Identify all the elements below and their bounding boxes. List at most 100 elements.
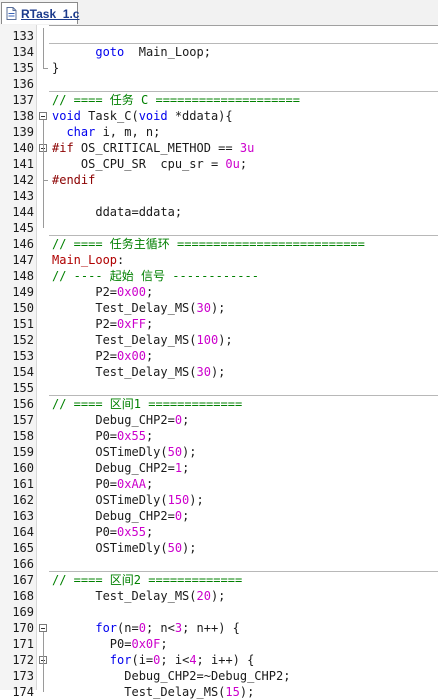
code-line[interactable]: 137 // ==== 任务 C ====================: [0, 92, 438, 108]
code-line[interactable]: 152 Test_Delay_MS(100);: [0, 332, 438, 348]
code-line[interactable]: 155: [0, 380, 438, 396]
code-token: );: [182, 541, 197, 555]
code-line[interactable]: 156 // ==== 区间1 =============: [0, 396, 438, 412]
code-line[interactable]: 133: [0, 28, 438, 44]
fold-toggle-icon[interactable]: [39, 112, 47, 120]
code-line[interactable]: 161 P0=0xAA;: [0, 476, 438, 492]
code-line[interactable]: 173 Debug_CHP2=~Debug_CHP2;: [0, 668, 438, 684]
editor-tab-bar: RTask_1.c: [0, 0, 438, 26]
code-line[interactable]: 154 Test_Delay_MS(30);: [0, 364, 438, 380]
line-number: 167: [12, 573, 34, 587]
fold-guide: [43, 28, 44, 68]
line-number: 161: [12, 477, 34, 491]
line-number: 153: [12, 349, 34, 363]
code-token: P0=: [52, 429, 118, 443]
block-separator: [49, 43, 438, 44]
line-number: 168: [12, 589, 34, 603]
code-line[interactable]: 147 Main_Loop:: [0, 252, 438, 268]
code-line[interactable]: 158 P0=0x55;: [0, 428, 438, 444]
code-line[interactable]: 141 OS_CPU_SR cpu_sr = 0u;: [0, 156, 438, 172]
file-tab-label: RTask_1.c: [21, 6, 80, 21]
code-token: Task_C(: [80, 109, 139, 123]
code-line[interactable]: 168 Test_Delay_MS(20);: [0, 588, 438, 604]
code-line[interactable]: 151 P2=0xFF;: [0, 316, 438, 332]
code-token: Debug_CHP2=: [52, 509, 175, 523]
code-line[interactable]: 143: [0, 188, 438, 204]
line-number: 170: [12, 621, 34, 635]
line-number: 173: [12, 669, 34, 683]
code-token: Test_Delay_MS(: [52, 589, 197, 603]
line-number: 141: [12, 157, 34, 171]
line-number: 143: [12, 189, 34, 203]
code-line[interactable]: 170 for(n=0; n<3; n++) {: [0, 620, 438, 636]
line-number: 140: [12, 141, 34, 155]
file-tab[interactable]: RTask_1.c: [1, 2, 80, 24]
code-token: (n=: [117, 621, 139, 635]
line-number: 144: [12, 205, 34, 219]
line-number: 134: [12, 45, 34, 59]
code-line[interactable]: 145: [0, 220, 438, 236]
fold-toggle-icon[interactable]: [39, 624, 47, 632]
fold-guide: [43, 664, 44, 692]
code-token: void: [52, 109, 81, 123]
code-token: 50: [167, 445, 183, 459]
code-line[interactable]: 144 ddata=ddata;: [0, 204, 438, 220]
code-line[interactable]: 160 Debug_CHP2=1;: [0, 460, 438, 476]
code-line[interactable]: 166: [0, 556, 438, 572]
code-token: P2=: [52, 317, 118, 331]
line-number: 155: [12, 381, 34, 395]
code-line[interactable]: 140 #if OS_CRITICAL_METHOD == 3u: [0, 140, 438, 156]
code-token: 0: [174, 509, 183, 523]
code-text: goto Main_Loop;: [52, 44, 211, 60]
line-number: 162: [12, 493, 34, 507]
code-text: // ==== 任务主循环 ==========================: [52, 236, 365, 252]
line-number: 142: [12, 173, 34, 187]
code-token: OSTimeDly(: [52, 493, 168, 507]
code-line[interactable]: 167 // ==== 区间2 =============: [0, 572, 438, 588]
code-token: // ==== 任务 C ====================: [52, 93, 300, 107]
block-separator: [49, 395, 438, 396]
code-token: );: [218, 333, 233, 347]
code-token: for: [95, 621, 118, 635]
code-token: P0=: [52, 477, 118, 491]
code-text: P0=0xAA;: [52, 476, 153, 492]
code-line[interactable]: 163 Debug_CHP2=0;: [0, 508, 438, 524]
code-token: Debug_CHP2=: [52, 461, 175, 475]
line-number: 171: [12, 637, 34, 651]
code-text: // ==== 区间2 =============: [52, 572, 242, 588]
code-line[interactable]: 149 P2=0x00;: [0, 284, 438, 300]
code-line[interactable]: 146 // ==== 任务主循环 =======================…: [0, 236, 438, 252]
code-text: ddata=ddata;: [52, 204, 182, 220]
code-token: Test_Delay_MS(: [52, 365, 197, 379]
code-line[interactable]: 174 Test_Delay_MS(15);: [0, 684, 438, 700]
fold-guide: [43, 152, 44, 180]
code-line[interactable]: 164 P0=0x55;: [0, 524, 438, 540]
code-line[interactable]: 150 Test_Delay_MS(30);: [0, 300, 438, 316]
code-line[interactable]: 171 P0=0x0F;: [0, 636, 438, 652]
code-line[interactable]: 153 P2=0x00;: [0, 348, 438, 364]
code-text: // ==== 区间1 =============: [52, 396, 242, 412]
code-line[interactable]: 142 #endif: [0, 172, 438, 188]
line-number: 147: [12, 253, 34, 267]
code-line[interactable]: 169: [0, 604, 438, 620]
code-line[interactable]: 159 OSTimeDly(50);: [0, 444, 438, 460]
code-line[interactable]: 172 for(i=0; i<4; i++) {: [0, 652, 438, 668]
code-line[interactable]: 139 char i, m, n;: [0, 124, 438, 140]
line-number: 135: [12, 61, 34, 75]
code-line[interactable]: 136: [0, 76, 438, 92]
fold-end-marker: [43, 68, 48, 69]
code-line[interactable]: 135}: [0, 60, 438, 76]
block-separator: [49, 91, 438, 92]
code-token: ;: [182, 413, 190, 427]
code-line[interactable]: 165 OSTimeDly(50);: [0, 540, 438, 556]
code-line[interactable]: 134 goto Main_Loop;: [0, 44, 438, 60]
code-token: OS_CRITICAL_METHOD ==: [73, 141, 240, 155]
code-line[interactable]: 157 Debug_CHP2=0;: [0, 412, 438, 428]
code-line[interactable]: 138 void Task_C(void *ddata){: [0, 108, 438, 124]
code-line[interactable]: 148 // ---- 起始 信号 ------------: [0, 268, 438, 284]
code-line[interactable]: 162 OSTimeDly(150);: [0, 492, 438, 508]
code-token: 0: [174, 413, 183, 427]
code-token: P2=: [52, 285, 118, 299]
code-editor[interactable]: 133 134 goto Main_Loop; 135} 136 137// ==== …: [0, 25, 438, 699]
